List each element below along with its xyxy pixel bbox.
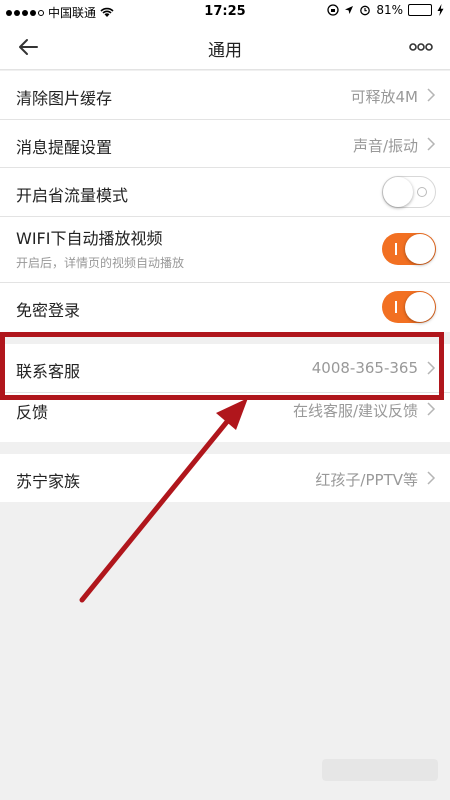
notification-settings-label: 消息提醒设置 xyxy=(16,138,113,157)
battery-icon xyxy=(408,4,432,16)
notification-settings-value: 声音/振动 xyxy=(352,137,418,155)
password-free-login-row: 免密登录 xyxy=(0,283,450,332)
settings-screen: 中国联通 17:25 81% 通用 清除图片缓存 可释放4M 消息提醒设置 声音… xyxy=(0,0,450,800)
alarm-icon xyxy=(360,5,371,16)
data-saver-label: 开启省流量模式 xyxy=(16,186,129,205)
customer-service-phone: 4008-365-365 xyxy=(311,359,418,377)
customer-service-row[interactable]: 联系客服 4008-365-365 xyxy=(0,344,450,393)
toggle-knob xyxy=(405,292,435,322)
password-free-login-toggle[interactable] xyxy=(382,291,436,323)
family-group: 苏宁家族 红孩子/PPTV等 xyxy=(0,454,450,502)
suning-family-row[interactable]: 苏宁家族 红孩子/PPTV等 xyxy=(0,454,450,502)
suning-family-label: 苏宁家族 xyxy=(16,472,81,491)
toggle-off-mark xyxy=(417,187,427,197)
section-gap xyxy=(0,442,450,454)
chevron-right-icon xyxy=(427,361,436,375)
more-dots-icon[interactable] xyxy=(408,38,434,56)
suning-family-value: 红孩子/PPTV等 xyxy=(315,471,418,489)
toggle-on-mark xyxy=(395,301,397,313)
toggle-on-mark xyxy=(395,243,397,255)
status-right: 81% xyxy=(327,3,444,17)
feedback-value: 在线客服/建议反馈 xyxy=(292,402,418,420)
feedback-label: 反馈 xyxy=(16,403,49,422)
location-arrow-icon xyxy=(345,6,354,14)
settings-list: 清除图片缓存 可释放4M 消息提醒设置 声音/振动 开启省流量模式 WIFI下自… xyxy=(0,71,450,502)
section-gap xyxy=(0,332,450,344)
chevron-right-icon xyxy=(427,88,436,102)
clear-cache-value: 可释放4M xyxy=(350,88,419,106)
watermark-icon xyxy=(322,759,438,781)
chevron-right-icon xyxy=(427,137,436,151)
wifi-autoplay-toggle[interactable] xyxy=(382,233,436,265)
wifi-autoplay-label: WIFI下自动播放视频 xyxy=(16,229,163,248)
page-title: 通用 xyxy=(208,41,242,61)
orientation-lock-icon xyxy=(327,4,339,16)
nav-bar: 通用 xyxy=(0,24,450,70)
clear-cache-label: 清除图片缓存 xyxy=(16,89,113,108)
chevron-right-icon xyxy=(427,402,436,416)
notification-settings-row[interactable]: 消息提醒设置 声音/振动 xyxy=(0,120,450,168)
feedback-row[interactable]: 反馈 在线客服/建议反馈 xyxy=(0,393,450,442)
support-group: 联系客服 4008-365-365 反馈 在线客服/建议反馈 xyxy=(0,344,450,442)
customer-service-label: 联系客服 xyxy=(16,362,81,381)
general-settings-group: 清除图片缓存 可释放4M 消息提醒设置 声音/振动 开启省流量模式 WIFI下自… xyxy=(0,71,450,332)
charging-icon xyxy=(437,4,444,16)
data-saver-toggle[interactable] xyxy=(382,176,436,208)
toggle-knob xyxy=(405,234,435,264)
battery-percent: 81% xyxy=(376,3,403,17)
clear-cache-row[interactable]: 清除图片缓存 可释放4M xyxy=(0,71,450,120)
data-saver-row: 开启省流量模式 xyxy=(0,168,450,217)
chevron-right-icon xyxy=(427,471,436,485)
wifi-autoplay-row: WIFI下自动播放视频 开启后，详情页的视频自动播放 xyxy=(0,217,450,283)
toggle-knob xyxy=(383,177,413,207)
password-free-login-label: 免密登录 xyxy=(16,301,81,320)
wifi-autoplay-description: 开启后，详情页的视频自动播放 xyxy=(16,256,185,270)
status-bar: 中国联通 17:25 81% xyxy=(0,0,450,24)
